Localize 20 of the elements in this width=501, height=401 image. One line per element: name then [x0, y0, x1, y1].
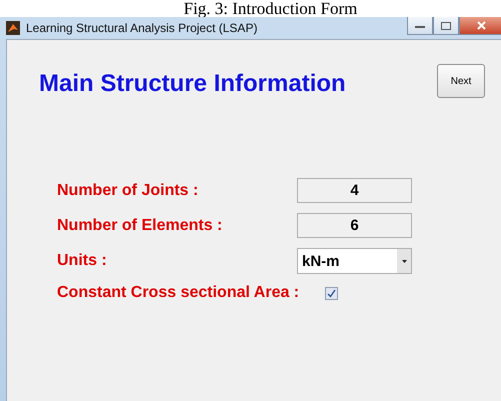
next-button[interactable]: Next [437, 64, 485, 98]
units-dropdown[interactable]: kN-m [297, 248, 412, 274]
minimize-icon [415, 24, 425, 28]
close-icon [476, 21, 486, 30]
field-label: Units : [57, 252, 108, 270]
window-title: Learning Structural Analysis Project (LSAP) [26, 21, 258, 35]
maximize-button[interactable] [433, 17, 459, 35]
number-field[interactable]: 4 [297, 178, 412, 203]
checkmark-icon [327, 288, 336, 298]
app-icon [6, 21, 20, 35]
form-heading: Main Structure Information [39, 70, 346, 98]
maximize-icon [441, 22, 451, 30]
number-field[interactable]: 6 [297, 213, 412, 238]
close-button[interactable] [459, 17, 501, 35]
minimize-button[interactable] [407, 17, 433, 35]
figure-caption: Fig. 3: Introduction Form [182, 0, 358, 17]
field-label: Constant Cross sectional Area : [57, 284, 297, 302]
field-label: Number of Elements : [57, 216, 224, 234]
area-checkbox[interactable] [325, 286, 338, 300]
field-label: Number of Joints : [57, 182, 200, 200]
